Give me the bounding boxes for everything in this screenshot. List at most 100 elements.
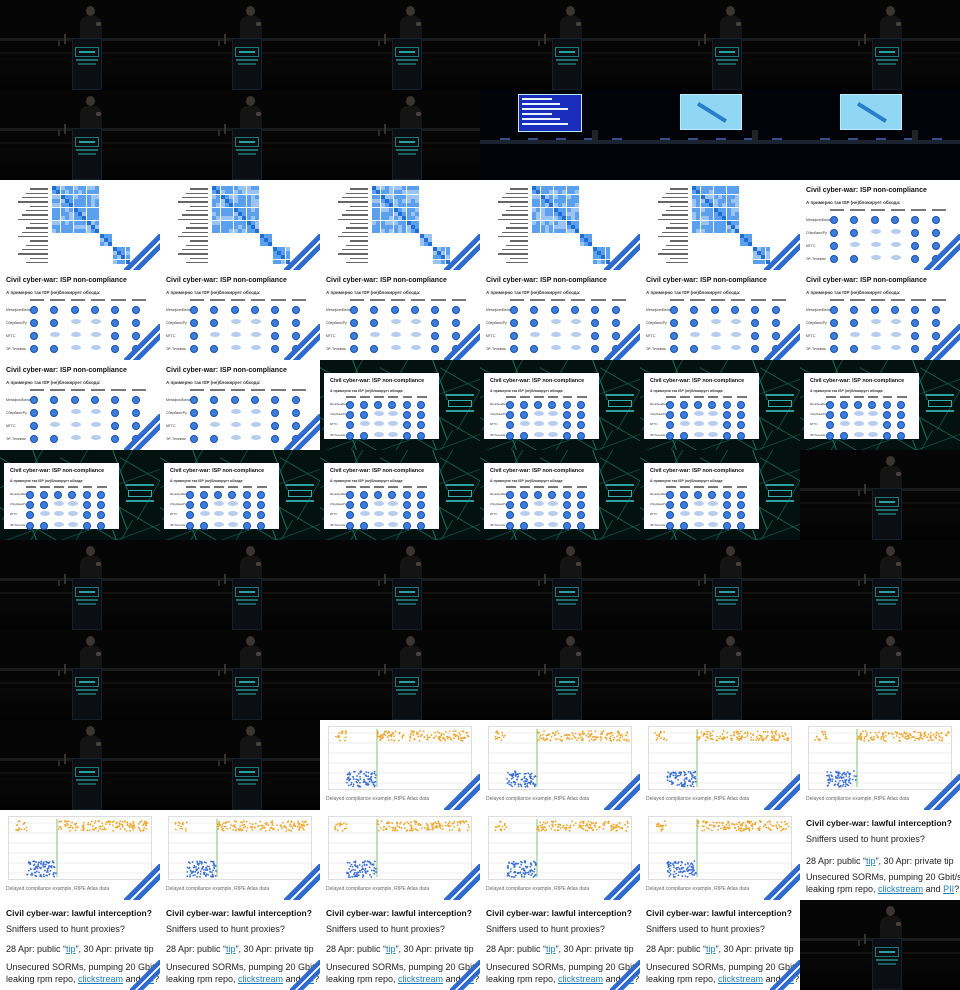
frame-thumbnail[interactable]: Delayed compliance example, RIPE Atlas d… xyxy=(640,810,800,900)
frame-thumbnail[interactable] xyxy=(160,720,320,810)
frame-thumbnail[interactable]: Civil cyber-war: ISP non-compliance А при… xyxy=(160,270,320,360)
frame-thumbnail[interactable] xyxy=(480,90,640,180)
heatmap-cell xyxy=(393,207,398,212)
frame-thumbnail[interactable] xyxy=(800,630,960,720)
frame-thumbnail[interactable] xyxy=(320,630,480,720)
scatter-point-orange xyxy=(566,824,568,826)
scatter-point-orange xyxy=(413,730,416,733)
frame-thumbnail[interactable]: Civil cyber-war: ISP non-compliance А при… xyxy=(160,360,320,450)
clickstream-link[interactable]: clickstream xyxy=(718,974,763,984)
frame-thumbnail[interactable] xyxy=(640,90,800,180)
scatter-point-blue xyxy=(197,867,200,869)
frame-thumbnail[interactable] xyxy=(480,0,640,90)
frame-thumbnail[interactable]: Delayed compliance example, RIPE Atlas d… xyxy=(320,810,480,900)
tip-link[interactable]: tip xyxy=(546,944,556,954)
frame-thumbnail[interactable]: Civil cyber-war: ISP non-compliance А при… xyxy=(480,450,640,540)
frame-thumbnail[interactable]: Civil cyber-war: ISP non-compliance А при… xyxy=(480,270,640,360)
frame-thumbnail[interactable] xyxy=(320,0,480,90)
tip-link[interactable]: tip xyxy=(706,944,716,954)
heatmap-cell xyxy=(233,225,238,229)
frame-thumbnail[interactable]: Delayed compliance example, RIPE Atlas d… xyxy=(480,810,640,900)
frame-thumbnail[interactable]: Civil cyber-war: ISP non-compliance А при… xyxy=(800,180,960,270)
frame-thumbnail[interactable] xyxy=(160,180,320,270)
frame-thumbnail[interactable]: Delayed compliance example, RIPE Atlas d… xyxy=(160,810,320,900)
frame-thumbnail[interactable] xyxy=(320,180,480,270)
frame-thumbnail[interactable] xyxy=(640,180,800,270)
frame-thumbnail[interactable]: Civil cyber-war: lawful interception? Sni… xyxy=(0,900,160,990)
clickstream-link[interactable]: clickstream xyxy=(238,974,283,984)
tip-link[interactable]: tip xyxy=(866,856,876,866)
frame-thumbnail[interactable] xyxy=(800,0,960,90)
scatter-point-blue xyxy=(354,869,356,872)
frame-thumbnail[interactable] xyxy=(640,0,800,90)
frame-thumbnail[interactable]: Delayed compliance example, RIPE Atlas d… xyxy=(640,720,800,810)
frame-thumbnail[interactable] xyxy=(800,900,960,990)
frame-thumbnail[interactable]: Civil cyber-war: ISP non-compliance А при… xyxy=(0,270,160,360)
frame-thumbnail[interactable] xyxy=(0,0,160,90)
frame-thumbnail[interactable] xyxy=(0,630,160,720)
speaker-figure xyxy=(240,632,262,672)
tip-link[interactable]: tip xyxy=(386,944,396,954)
pii-link[interactable]: PII xyxy=(943,884,954,894)
frame-thumbnail[interactable]: Civil cyber-war: ISP non-compliance А при… xyxy=(640,450,800,540)
scatter-point-blue xyxy=(842,776,845,779)
result-dot xyxy=(519,501,528,510)
heatmap-cell xyxy=(562,216,567,221)
frame-thumbnail[interactable] xyxy=(480,630,640,720)
frame-thumbnail[interactable]: Civil cyber-war: ISP non-compliance А при… xyxy=(800,270,960,360)
frame-thumbnail[interactable]: Delayed compliance example, RIPE Atlas d… xyxy=(320,720,480,810)
frame-thumbnail[interactable] xyxy=(160,630,320,720)
frame-thumbnail[interactable] xyxy=(160,540,320,630)
frame-thumbnail[interactable]: Civil cyber-war: ISP non-compliance А при… xyxy=(320,450,480,540)
clickstream-link[interactable]: clickstream xyxy=(78,974,123,984)
frame-thumbnail[interactable]: Civil cyber-war: lawful interception? Sni… xyxy=(800,810,960,900)
frame-thumbnail[interactable] xyxy=(320,540,480,630)
frame-thumbnail[interactable] xyxy=(800,540,960,630)
scatter-point-blue xyxy=(43,869,46,872)
frame-thumbnail[interactable] xyxy=(480,540,640,630)
heatmap-cell xyxy=(722,212,727,216)
frame-thumbnail[interactable] xyxy=(640,540,800,630)
frame-thumbnail[interactable] xyxy=(0,180,160,270)
frame-thumbnail[interactable] xyxy=(160,90,320,180)
heatmap-cell xyxy=(558,199,562,203)
heatmap-cell xyxy=(52,199,56,203)
tip-link[interactable]: tip xyxy=(66,944,76,954)
frame-thumbnail[interactable]: Civil cyber-war: lawful interception? Sni… xyxy=(160,900,320,990)
column-header xyxy=(70,299,85,301)
frame-thumbnail[interactable]: Civil cyber-war: lawful interception? Sni… xyxy=(640,900,800,990)
clickstream-link[interactable]: clickstream xyxy=(398,974,443,984)
result-dot xyxy=(210,435,219,443)
frame-thumbnail[interactable]: Civil cyber-war: ISP non-compliance А при… xyxy=(640,270,800,360)
frame-thumbnail[interactable]: Civil cyber-war: ISP non-compliance А при… xyxy=(320,360,480,450)
frame-thumbnail[interactable] xyxy=(640,630,800,720)
clickstream-link[interactable]: clickstream xyxy=(558,974,603,984)
frame-thumbnail[interactable]: Delayed compliance example, RIPE Atlas d… xyxy=(800,720,960,810)
column-header xyxy=(210,299,225,301)
heatmap-cell xyxy=(540,207,545,212)
frame-thumbnail[interactable] xyxy=(0,720,160,810)
frame-thumbnail[interactable] xyxy=(800,90,960,180)
frame-thumbnail[interactable]: Civil cyber-war: ISP non-compliance А при… xyxy=(0,360,160,450)
frame-thumbnail[interactable]: Civil cyber-war: ISP non-compliance А при… xyxy=(480,360,640,450)
tip-link[interactable]: tip xyxy=(226,944,236,954)
frame-thumbnail[interactable]: Civil cyber-war: ISP non-compliance А при… xyxy=(0,450,160,540)
frame-thumbnail[interactable]: Delayed compliance example, RIPE Atlas d… xyxy=(480,720,640,810)
frame-thumbnail[interactable]: Civil cyber-war: lawful interception? Sni… xyxy=(320,900,480,990)
column-header xyxy=(576,485,587,488)
clickstream-link[interactable]: clickstream xyxy=(878,884,923,894)
frame-thumbnail[interactable]: Delayed compliance example, RIPE Atlas d… xyxy=(0,810,160,900)
frame-thumbnail[interactable] xyxy=(160,0,320,90)
frame-thumbnail[interactable] xyxy=(480,180,640,270)
frame-thumbnail[interactable] xyxy=(0,540,160,630)
frame-thumbnail[interactable]: Civil cyber-war: ISP non-compliance А при… xyxy=(800,360,960,450)
scatter-point-orange xyxy=(418,730,421,732)
frame-thumbnail[interactable] xyxy=(320,90,480,180)
frame-thumbnail[interactable]: Civil cyber-war: ISP non-compliance А при… xyxy=(320,270,480,360)
frame-thumbnail[interactable] xyxy=(0,90,160,180)
frame-thumbnail[interactable] xyxy=(800,450,960,540)
frame-thumbnail[interactable]: Civil cyber-war: lawful interception? Sni… xyxy=(480,900,640,990)
frame-thumbnail[interactable]: Civil cyber-war: ISP non-compliance А при… xyxy=(640,360,800,450)
frame-thumbnail[interactable]: Civil cyber-war: ISP non-compliance А при… xyxy=(160,450,320,540)
heatmap-cell xyxy=(705,194,709,199)
